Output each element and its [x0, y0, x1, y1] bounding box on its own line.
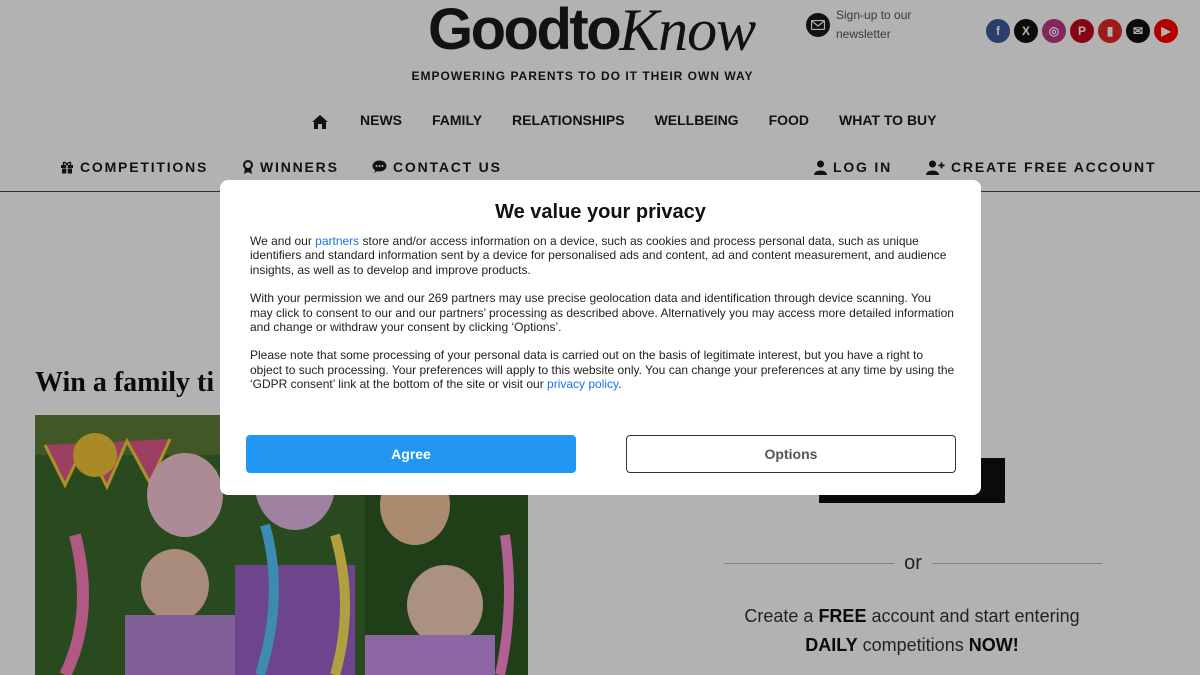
partners-link[interactable]: partners: [315, 234, 359, 248]
consent-body: We and our partners store and/or access …: [250, 234, 956, 406]
consent-paragraph-2: With your permission we and our 269 part…: [250, 291, 954, 335]
consent-p1-pre: We and our: [250, 234, 316, 248]
options-button[interactable]: Options: [626, 435, 956, 473]
consent-p3-post: .: [618, 377, 622, 392]
privacy-consent-dialog: We value your privacy We and our partner…: [220, 180, 981, 495]
consent-title: We value your privacy: [495, 201, 706, 223]
consent-paragraph-3: Please note that some processing of your…: [250, 348, 956, 391]
agree-button[interactable]: Agree: [246, 435, 576, 473]
consent-paragraph-1: We and our partners store and/or access …: [250, 234, 956, 277]
privacy-policy-link[interactable]: privacy policy: [547, 377, 618, 391]
